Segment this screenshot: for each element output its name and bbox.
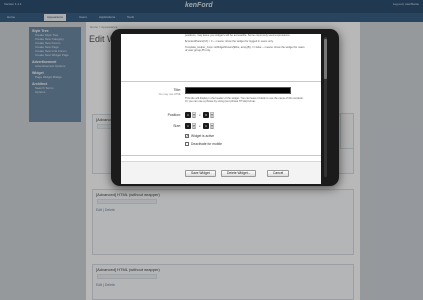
position-x-spinner[interactable]: 1 ▴▾ (185, 112, 205, 119)
position-y-value[interactable]: 0 (203, 112, 209, 118)
help-line: positions, may leave you widget's will b… (185, 34, 291, 37)
checkbox-icon[interactable] (185, 142, 189, 146)
delete-widget-button[interactable]: Delete Widget... (221, 170, 257, 177)
modal-footer: Save Widget Delete Widget... Cancel (121, 161, 321, 184)
decrement-icon[interactable]: ▾ (210, 126, 214, 130)
title-label: Title: (173, 88, 181, 92)
divider (121, 155, 321, 156)
separator-x: x (199, 113, 201, 117)
checkbox-icon[interactable]: ✓ (185, 134, 189, 138)
size-height-spinner[interactable]: 1 ▴▾ (203, 123, 223, 130)
title-sublabel: You may use HTML (158, 93, 181, 96)
modal-body: positions, may leave you widget's will b… (121, 34, 321, 184)
decrement-icon[interactable]: ▾ (192, 115, 196, 119)
help-line: $contentParam['id'] > 0 -- means: show t… (185, 39, 274, 43)
edit-widget-modal: positions, may leave you widget's will b… (111, 29, 339, 186)
cancel-button[interactable]: Cancel (267, 170, 290, 177)
checkbox-label: Deactivate for mobile (191, 142, 222, 146)
save-widget-button[interactable]: Save Widget (185, 170, 216, 177)
title-hint: This title will display in the header of… (185, 97, 304, 104)
size-width-spinner[interactable]: 1 ▴▾ (185, 123, 205, 130)
modal-scrollbar[interactable] (324, 37, 327, 177)
widget-active-checkbox[interactable]: ✓ Widget is active (185, 134, 214, 138)
decrement-icon[interactable]: ▾ (192, 126, 196, 130)
position-y-spinner[interactable]: 0 ▴▾ (203, 112, 223, 119)
size-width-value[interactable]: 1 (185, 123, 191, 129)
size-label: Size: (173, 124, 181, 128)
expression-help: positions, may leave you widget's will b… (185, 34, 305, 55)
title-input[interactable] (185, 87, 291, 94)
checkbox-label: Widget is active (191, 134, 215, 138)
separator-x: x (199, 124, 201, 128)
position-x-value[interactable]: 1 (185, 112, 191, 118)
size-height-value[interactable]: 1 (203, 123, 209, 129)
help-line: Template_Helper_Core::isWidgetShown($thi… (185, 45, 305, 53)
divider (121, 81, 321, 82)
decrement-icon[interactable]: ▾ (210, 115, 214, 119)
deactivate-mobile-checkbox[interactable]: Deactivate for mobile (185, 142, 222, 146)
position-label: Position: (167, 113, 181, 117)
scrollbar-thumb[interactable] (324, 39, 327, 79)
